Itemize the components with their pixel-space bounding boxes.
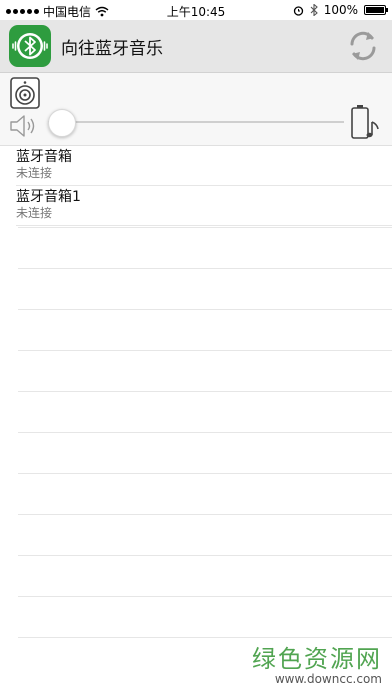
speaker-button[interactable] bbox=[10, 77, 40, 109]
refresh-button[interactable] bbox=[346, 28, 380, 64]
device-list: 蓝牙音箱 未连接 蓝牙音箱1 未连接 bbox=[0, 146, 392, 226]
device-status: 未连接 bbox=[16, 206, 53, 220]
status-bar: 中国电信 上午10:45 100% bbox=[0, 0, 392, 20]
device-item[interactable]: 蓝牙音箱 未连接 bbox=[16, 146, 392, 186]
alarm-icon bbox=[293, 5, 303, 16]
refresh-icon[interactable] bbox=[346, 28, 380, 64]
status-right: 100% bbox=[293, 3, 388, 17]
empty-row bbox=[18, 309, 392, 350]
empty-row bbox=[18, 555, 392, 596]
empty-row bbox=[18, 596, 392, 637]
battery-music-icon bbox=[351, 105, 379, 139]
device-status: 未连接 bbox=[16, 166, 53, 180]
device-item[interactable]: 蓝牙音箱1 未连接 bbox=[16, 186, 392, 226]
app-screen: 中国电信 上午10:45 100% 向往蓝牙音乐 蓝牙音箱 未连接 蓝牙音箱1 … bbox=[0, 0, 392, 696]
empty-row bbox=[18, 350, 392, 391]
empty-row bbox=[18, 227, 392, 268]
watermark-url: www.downcc.com bbox=[274, 672, 382, 686]
battery-percent: 100% bbox=[323, 3, 358, 17]
watermark-main: 绿色资源网 bbox=[252, 645, 382, 673]
volume-slider-thumb[interactable] bbox=[48, 109, 76, 137]
app-title: 向往蓝牙音乐 bbox=[61, 39, 163, 59]
battery-icon bbox=[364, 5, 388, 15]
empty-row bbox=[18, 432, 392, 473]
empty-row bbox=[18, 391, 392, 432]
volume-slider-track[interactable] bbox=[48, 121, 344, 123]
bluetooth-status-icon bbox=[310, 4, 318, 16]
playback-controls bbox=[0, 73, 392, 146]
volume-icon bbox=[10, 115, 35, 137]
device-name: 蓝牙音箱1 bbox=[16, 189, 81, 205]
speaker-icon[interactable] bbox=[10, 77, 40, 109]
device-name: 蓝牙音箱 bbox=[16, 149, 72, 165]
bluetooth-music-logo-icon bbox=[9, 25, 51, 67]
empty-row bbox=[18, 268, 392, 309]
watermark: 绿色资源网 www.downcc.com bbox=[252, 646, 382, 686]
empty-rows bbox=[18, 227, 392, 678]
empty-row bbox=[18, 514, 392, 555]
empty-row bbox=[18, 473, 392, 514]
app-header: 向往蓝牙音乐 bbox=[0, 20, 392, 73]
